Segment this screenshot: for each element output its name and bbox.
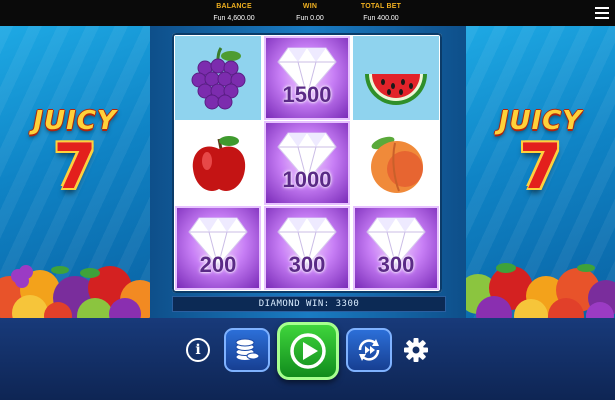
game-logo-right: JUICY 7 bbox=[466, 106, 615, 198]
diamond-value: 200 bbox=[199, 252, 237, 277]
autoplay-button[interactable] bbox=[346, 328, 392, 372]
diamond-value: 300 bbox=[288, 252, 326, 277]
bet-coins-button[interactable] bbox=[224, 328, 270, 372]
symbol-diamond: 300 bbox=[264, 206, 350, 290]
apple-icon bbox=[192, 136, 246, 191]
gear-icon[interactable] bbox=[403, 337, 429, 363]
fruit-pile-right bbox=[466, 228, 615, 318]
total-bet-value: Fun 400.00 bbox=[363, 15, 399, 22]
logo-seven: 7 bbox=[53, 130, 97, 203]
right-decor-panel: JUICY 7 bbox=[466, 26, 615, 318]
symbol-watermelon bbox=[353, 36, 439, 120]
diamond-value: 300 bbox=[377, 252, 415, 277]
total-bet-label: TOTAL BET bbox=[360, 3, 402, 10]
coin-stack-icon bbox=[235, 338, 260, 361]
left-decor-panel: JUICY 7 bbox=[0, 26, 150, 318]
symbol-diamond: 1500 bbox=[264, 36, 350, 120]
hamburger-menu-icon[interactable] bbox=[595, 4, 609, 20]
top-status-bar: BALANCE Fun 4,600.00 WIN Fun 0.00 TOTAL … bbox=[0, 0, 615, 26]
watermelon-icon bbox=[365, 74, 427, 105]
balance-label: BALANCE bbox=[216, 3, 252, 10]
win-display: WIN Fun 0.00 bbox=[290, 2, 330, 24]
symbol-grapes bbox=[175, 36, 261, 120]
diamond-value: 1000 bbox=[282, 167, 332, 192]
symbol-diamond: 1000 bbox=[264, 121, 350, 205]
spin-button[interactable] bbox=[277, 322, 339, 380]
grapes-icon bbox=[191, 47, 246, 110]
autoplay-icon bbox=[358, 339, 380, 361]
win-value: Fun 0.00 bbox=[296, 15, 324, 22]
play-spin-icon bbox=[290, 333, 326, 369]
reel-window: 200 1500 1000 300 300 bbox=[172, 33, 442, 293]
info-glyph: i bbox=[195, 342, 201, 358]
fruit-pile-left bbox=[0, 228, 150, 318]
balance-display: BALANCE Fun 4,600.00 bbox=[208, 2, 260, 24]
game-logo-left: JUICY 7 bbox=[0, 106, 150, 198]
symbol-diamond: 300 bbox=[353, 206, 439, 290]
balance-value: Fun 4,600.00 bbox=[213, 15, 255, 22]
total-bet-display: TOTAL BET Fun 400.00 bbox=[358, 2, 404, 24]
win-label: WIN bbox=[302, 3, 318, 10]
diamond-value: 1500 bbox=[282, 82, 332, 107]
symbol-apple bbox=[175, 121, 261, 205]
logo-seven-right: 7 bbox=[518, 130, 563, 203]
symbol-diamond: 200 bbox=[175, 206, 261, 290]
win-message: DIAMOND WIN: 3300 bbox=[172, 296, 446, 312]
info-icon[interactable]: i bbox=[186, 338, 210, 362]
symbol-peach bbox=[353, 121, 439, 205]
peach-icon bbox=[371, 136, 423, 193]
